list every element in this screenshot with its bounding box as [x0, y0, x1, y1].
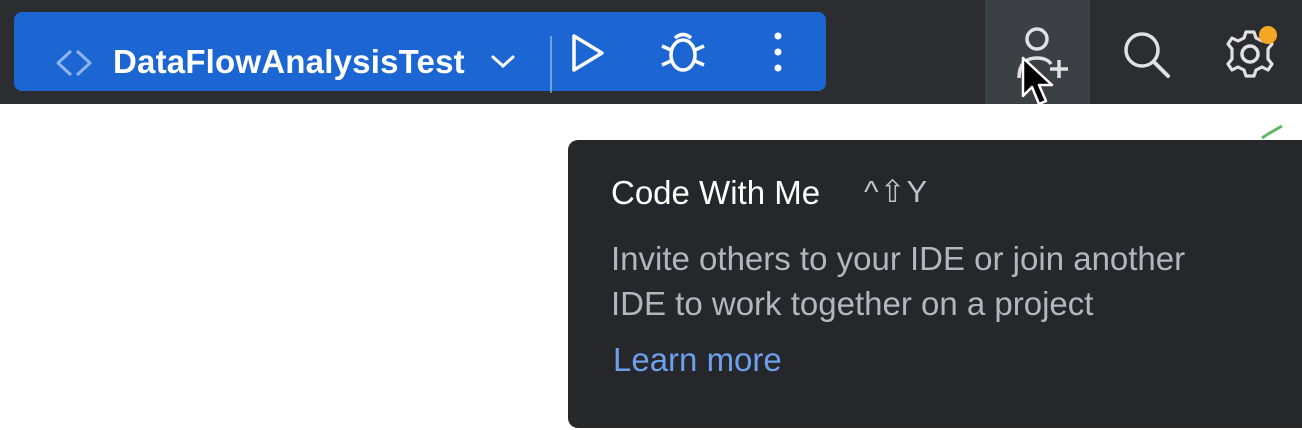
main-toolbar: DataFlowAnalysisTest [0, 0, 1302, 104]
mouse-cursor-icon [1021, 56, 1054, 106]
tooltip-title: Code With Me [611, 174, 821, 211]
widget-divider [550, 36, 552, 93]
tooltip-description: Invite others to your IDE or join anothe… [611, 236, 1185, 326]
debug-icon[interactable] [660, 28, 706, 76]
more-vertical-icon[interactable] [768, 30, 788, 74]
run-icon[interactable] [568, 32, 608, 74]
search-icon[interactable] [1122, 30, 1172, 80]
learn-more-link[interactable]: Learn more [613, 341, 782, 379]
chevron-down-icon[interactable] [490, 54, 516, 70]
inspection-check-icon [1261, 124, 1283, 140]
run-configuration-name[interactable]: DataFlowAnalysisTest [113, 43, 465, 81]
tooltip-shortcut: ^⇧Y [864, 174, 929, 209]
notification-dot [1259, 26, 1277, 44]
code-brackets-icon [56, 49, 92, 77]
tooltip-description-line: Invite others to your IDE or join anothe… [611, 240, 1186, 277]
settings-icon[interactable] [1224, 24, 1284, 80]
tooltip-description-line: IDE to work together on a project [611, 285, 1094, 322]
